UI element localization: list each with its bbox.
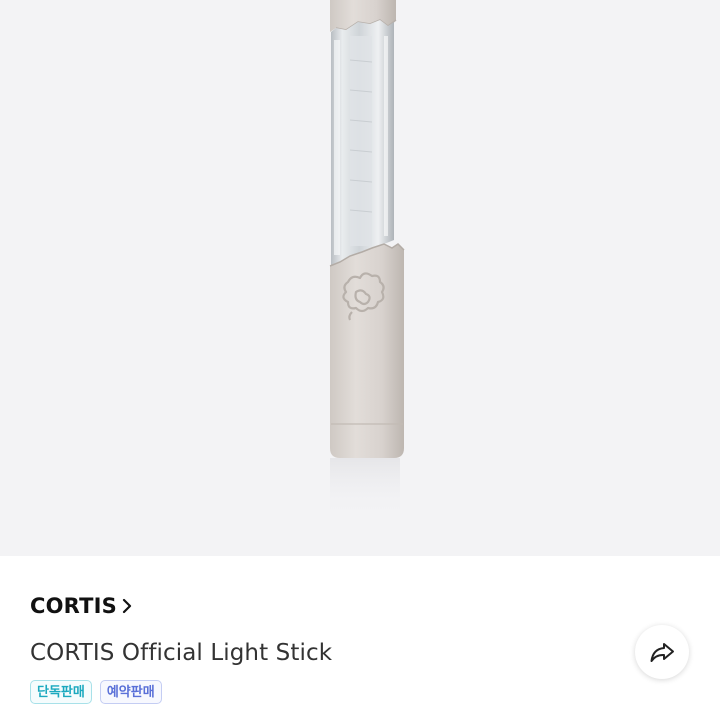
- reflection-shadow: [330, 458, 400, 518]
- badge-exclusive-sale: 단독판매: [30, 680, 92, 704]
- product-image[interactable]: [0, 0, 720, 556]
- brand-name[interactable]: CORTIS: [30, 594, 117, 618]
- product-info: CORTIS CORTIS Official Light Stick 단독판매 …: [0, 556, 720, 720]
- product-page: CORTIS CORTIS Official Light Stick 단독판매 …: [0, 0, 720, 720]
- brand-link[interactable]: CORTIS: [30, 594, 133, 618]
- light-stick-illustration: [329, 0, 405, 518]
- badge-list: 단독판매 예약판매: [30, 680, 162, 704]
- share-button[interactable]: [635, 625, 689, 679]
- share-arrow-icon: [650, 643, 674, 662]
- stick-handle: [330, 244, 404, 458]
- badge-pre-order: 예약판매: [99, 680, 162, 704]
- chevron-right-icon: [122, 598, 132, 614]
- product-title: CORTIS Official Light Stick: [30, 640, 333, 666]
